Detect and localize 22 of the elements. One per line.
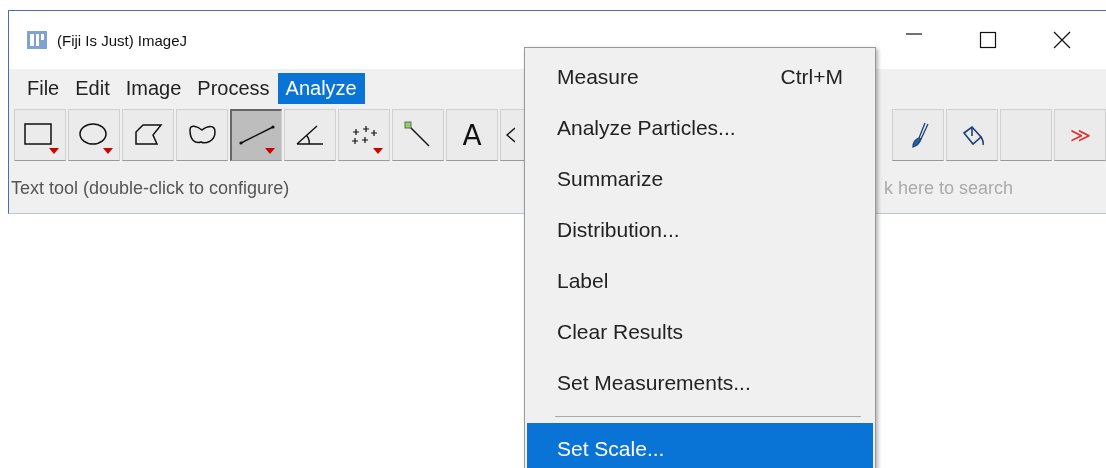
menu-item[interactable]: Image	[117, 72, 190, 104]
menu-item[interactable]: Distribution...	[527, 204, 873, 255]
menu-item[interactable]: File	[19, 72, 68, 104]
menu-item[interactable]: Set Measurements...	[527, 357, 873, 408]
minimize-icon	[906, 33, 922, 35]
menu-item[interactable]: Analyze	[277, 72, 365, 104]
status-text: Text tool (double-click to configure)	[10, 177, 290, 199]
menu-item[interactable]: Edit	[67, 72, 118, 104]
menu-item[interactable]: Label	[527, 255, 873, 306]
menu-item[interactable]: Measure Ctrl+M	[527, 51, 873, 102]
menu-item[interactable]: Clear Results	[527, 306, 873, 357]
menu-item[interactable]: Process	[189, 72, 278, 104]
tool-button[interactable]: ≫	[1054, 109, 1106, 161]
close-icon	[1052, 30, 1072, 50]
menu-item[interactable]: Set Scale...	[527, 423, 873, 468]
tool-button[interactable]: A	[446, 109, 498, 161]
app-icon	[27, 31, 47, 49]
window-title: (Fiji Is Just) ImageJ	[57, 31, 188, 49]
menu-item[interactable]: Analyze Particles...	[527, 102, 873, 153]
shortcut-text: Ctrl+M	[780, 64, 843, 89]
maximize-icon	[978, 30, 998, 50]
menu-item[interactable]: Summarize	[527, 153, 873, 204]
